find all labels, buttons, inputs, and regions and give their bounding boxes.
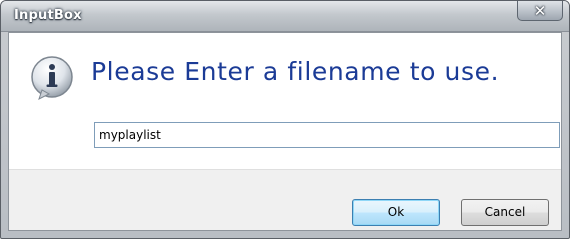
info-icon: [31, 56, 73, 100]
ok-button[interactable]: Ok: [352, 199, 440, 226]
dialog-body: Please Enter a filename to use. Ok Cance…: [8, 32, 562, 231]
filename-input[interactable]: [94, 122, 560, 148]
close-icon: ✕: [533, 2, 547, 20]
title-bar[interactable]: InputBox ✕: [1, 1, 569, 32]
window-title: InputBox: [14, 8, 82, 23]
inputbox-window: InputBox ✕ Please Enter a filename to us…: [0, 0, 570, 239]
close-button[interactable]: ✕: [517, 1, 563, 21]
cancel-button[interactable]: Cancel: [461, 199, 549, 226]
prompt-label: Please Enter a filename to use.: [91, 57, 500, 86]
